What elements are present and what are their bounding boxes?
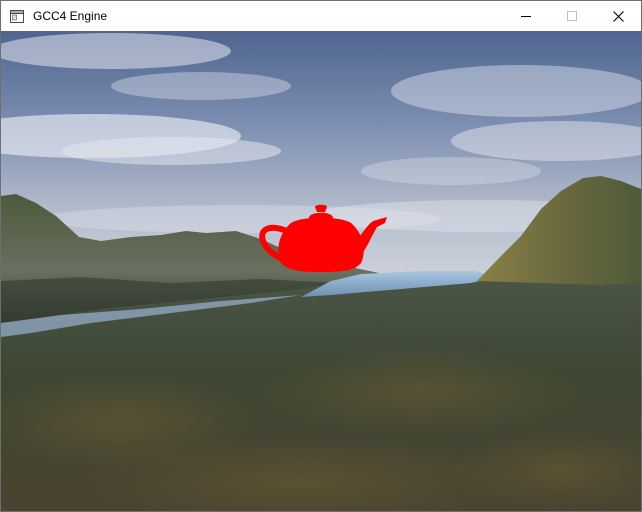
close-button[interactable]: [595, 1, 641, 31]
scene-canvas: [1, 31, 641, 511]
title-bar[interactable]: GCC4 Engine: [1, 1, 641, 31]
minimize-button[interactable]: [503, 1, 549, 31]
close-icon: [612, 10, 624, 22]
window-title: GCC4 Engine: [33, 9, 108, 23]
app-window-icon: [9, 8, 25, 24]
render-viewport[interactable]: [1, 31, 641, 511]
app-window: GCC4 Engine: [0, 0, 642, 512]
teapot-body: [278, 217, 364, 272]
minimize-icon: [521, 16, 531, 17]
window-controls: [503, 1, 641, 31]
maximize-icon: [567, 11, 577, 21]
teapot-lid-knob: [315, 204, 327, 212]
maximize-button[interactable]: [549, 1, 595, 31]
